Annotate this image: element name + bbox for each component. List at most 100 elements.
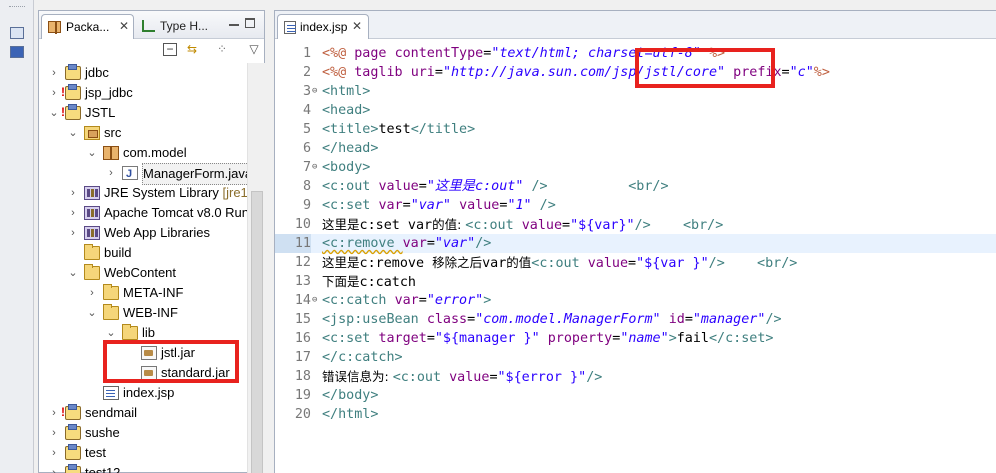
chevron-down-icon[interactable]: ⌄	[68, 123, 78, 143]
line-number: 19	[294, 388, 311, 403]
tree-item[interactable]: › ManagerForm.java	[39, 163, 247, 185]
tree-item[interactable]: › sendmail	[39, 403, 247, 423]
code-token: </body>	[322, 388, 379, 403]
link-with-editor-icon[interactable]: ⇆	[185, 43, 199, 56]
code-token: "${var}"	[570, 218, 635, 233]
code-line[interactable]: 15 <jsp:useBean class="com.model.ManagerF…	[275, 310, 996, 329]
editor-tab-label: index.jsp	[300, 20, 348, 34]
chevron-down-icon[interactable]: ⌄	[87, 303, 97, 323]
code-token: =	[426, 331, 435, 346]
tree-item-label: sushe	[85, 425, 120, 440]
tree-item[interactable]: ⌄ WebContent	[39, 263, 247, 283]
maximize-icon[interactable]	[245, 18, 255, 28]
chevron-right-icon[interactable]: ›	[68, 223, 78, 243]
tree-item[interactable]: › sushe	[39, 423, 247, 443]
code-text: <body>	[322, 158, 370, 177]
tree-item-label: Web App Libraries	[104, 225, 210, 240]
close-icon[interactable]: ✕	[352, 19, 362, 33]
code-token: <%@	[322, 65, 355, 80]
tree-item[interactable]: › Apache Tomcat v8.0 Runtime	[39, 203, 247, 223]
chevron-right-icon[interactable]: ›	[49, 443, 59, 463]
code-text: 下面是c:catch	[322, 272, 416, 292]
code-line[interactable]: 20 </html>	[275, 405, 996, 424]
chevron-right-icon[interactable]: ›	[49, 403, 59, 423]
line-number: 11	[275, 234, 311, 253]
code-editor[interactable]: 1 <%@ page contentType="text/html; charse…	[275, 40, 996, 473]
fold-toggle-icon[interactable]: ⊖	[312, 158, 317, 177]
trim-grip[interactable]	[9, 6, 25, 8]
explorer-toolbar: − ⇆ ⁘ ▽	[39, 39, 264, 61]
code-text: <c:catch var="error">	[322, 291, 491, 310]
chevron-right-icon[interactable]: ›	[106, 163, 116, 183]
collapse-all-icon[interactable]: −	[163, 43, 177, 56]
fold-toggle-icon[interactable]: ⊖	[312, 82, 317, 101]
line-number: 12	[294, 255, 311, 270]
perspective-icon[interactable]	[10, 46, 24, 58]
fold-toggle-icon[interactable]: ⊖	[312, 291, 317, 310]
tree-item[interactable]: › Web App Libraries	[39, 223, 247, 243]
code-token: "var"	[434, 236, 476, 251]
code-line[interactable]: 13 下面是c:catch	[275, 272, 996, 291]
tab-label: Type H...	[160, 19, 209, 33]
minimize-icon[interactable]	[229, 18, 239, 26]
code-line[interactable]: 18 错误信息为: <c:out value="${error }"/>	[275, 367, 996, 386]
tree-item[interactable]: ⌄ src	[39, 123, 247, 143]
tree-item[interactable]: › test12	[39, 463, 247, 473]
code-token: test	[378, 122, 411, 137]
chevron-right-icon[interactable]: ›	[68, 203, 78, 223]
tree-item[interactable]: build	[39, 243, 247, 263]
tree-item[interactable]: › META-INF	[39, 283, 247, 303]
chevron-right-icon[interactable]: ›	[49, 63, 59, 83]
restore-icon[interactable]	[10, 27, 24, 39]
code-line[interactable]: 19 </body>	[275, 386, 996, 405]
tab-index-jsp[interactable]: index.jsp ✕	[277, 14, 369, 39]
chevron-right-icon[interactable]: ›	[49, 463, 59, 473]
tab-package-explorer[interactable]: Packa... ✕	[41, 14, 134, 39]
chevron-down-icon[interactable]: ▽	[247, 43, 261, 56]
close-icon[interactable]: ✕	[119, 19, 129, 33]
code-line[interactable]: 10 这里是c:set var的值: <c:out value="${var}"/…	[275, 215, 996, 234]
tree-item[interactable]: › jdbc	[39, 63, 247, 83]
chevron-right-icon[interactable]: ›	[87, 283, 97, 303]
chevron-down-icon[interactable]: ⌄	[49, 103, 59, 123]
code-line[interactable]: 6 </head>	[275, 139, 996, 158]
code-text: </head>	[322, 139, 378, 158]
scrollbar-thumb[interactable]	[251, 191, 263, 473]
chevron-down-icon[interactable]: ⌄	[87, 143, 97, 163]
package-explorer-icon	[48, 21, 61, 34]
tab-type-hierarchy[interactable]: Type H...	[136, 14, 222, 39]
code-line[interactable]: 14 ⊖ <c:catch var="error">	[275, 291, 996, 310]
tree-item[interactable]: ⌄ JSTL	[39, 103, 247, 123]
code-token: <br/>	[757, 256, 798, 271]
tree-item-label: WEB-INF	[123, 305, 178, 320]
tree-item[interactable]: › test	[39, 443, 247, 463]
code-line[interactable]: 12 这里是c:remove 移除之后var的值<c:out value="${v…	[275, 253, 996, 272]
view-menu-icon[interactable]: ⁘	[215, 43, 229, 56]
chevron-down-icon[interactable]: ⌄	[68, 263, 78, 283]
code-line[interactable]: 16 <c:set target="${manager }" property="…	[275, 329, 996, 348]
code-token: c:catch	[359, 275, 416, 290]
code-line[interactable]: 5 <title>test</title>	[275, 120, 996, 139]
code-token: var	[402, 236, 427, 251]
code-line[interactable]: 7 ⊖ <body>	[275, 158, 996, 177]
code-line[interactable]: 8 <c:out value="这里是c:out" /> <br/>	[275, 177, 996, 196]
tree-item[interactable]: index.jsp	[39, 383, 247, 403]
folder-icon	[103, 284, 119, 300]
chevron-right-icon[interactable]: ›	[49, 83, 59, 103]
tree-item[interactable]: ⌄ com.model	[39, 143, 247, 163]
tree-item-label: ManagerForm.java	[142, 163, 247, 185]
explorer-scrollbar[interactable]	[247, 63, 265, 473]
tree-item[interactable]: › JRE System Library [jre1.	[39, 183, 247, 203]
code-text: 错误信息为: <c:out value="${error }"/>	[322, 367, 602, 387]
left-trim-bar	[0, 0, 34, 473]
code-token: "var"	[410, 198, 451, 213]
code-line[interactable]: 17 </c:catch>	[275, 348, 996, 367]
chevron-right-icon[interactable]: ›	[68, 183, 78, 203]
tree-item[interactable]: › jsp_jdbc	[39, 83, 247, 103]
code-line[interactable]: 9 <c:set var="var" value="1" />	[275, 196, 996, 215]
chevron-right-icon[interactable]: ›	[49, 423, 59, 443]
code-line[interactable]: 4 <head>	[275, 101, 996, 120]
tree-item[interactable]: ⌄ WEB-INF	[39, 303, 247, 323]
code-line[interactable]: 11 <c:remove var="var"/>	[275, 234, 996, 253]
